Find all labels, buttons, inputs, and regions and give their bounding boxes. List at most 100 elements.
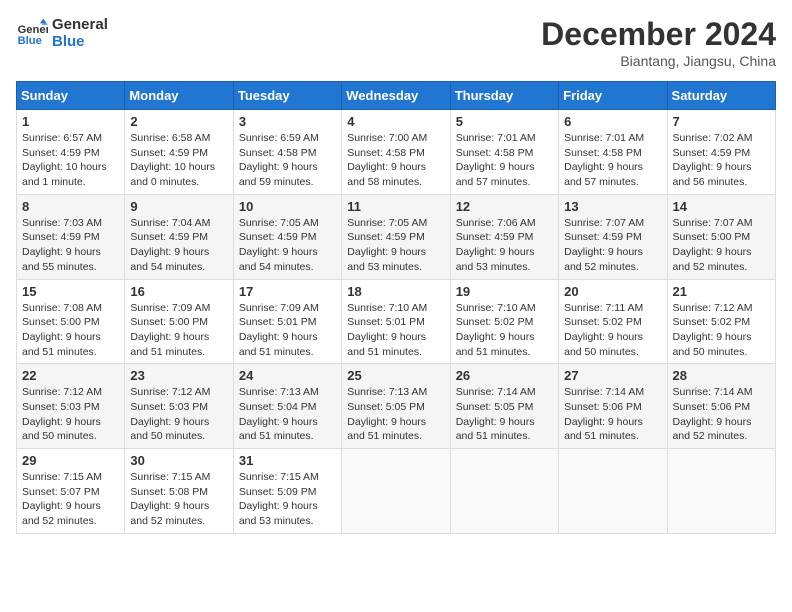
day-number: 28 bbox=[673, 368, 770, 383]
month-title: December 2024 bbox=[541, 16, 776, 53]
day-number: 8 bbox=[22, 199, 119, 214]
calendar-cell: 1 Sunrise: 6:57 AMSunset: 4:59 PMDaylight… bbox=[17, 110, 125, 195]
calendar-cell: 31Sunrise: 7:15 AMSunset: 5:09 PMDayligh… bbox=[233, 449, 341, 534]
day-number: 5 bbox=[456, 114, 553, 129]
day-info: Sunrise: 7:03 AMSunset: 4:59 PMDaylight:… bbox=[22, 216, 119, 275]
calendar-cell bbox=[342, 449, 450, 534]
calendar-cell: 16Sunrise: 7:09 AMSunset: 5:00 PMDayligh… bbox=[125, 279, 233, 364]
svg-text:General: General bbox=[18, 24, 48, 36]
day-number: 18 bbox=[347, 284, 444, 299]
calendar-cell bbox=[667, 449, 775, 534]
day-info: Sunrise: 7:15 AMSunset: 5:07 PMDaylight:… bbox=[22, 470, 119, 529]
day-number: 6 bbox=[564, 114, 661, 129]
day-number: 17 bbox=[239, 284, 336, 299]
day-info: Sunrise: 7:01 AMSunset: 4:58 PMDaylight:… bbox=[564, 131, 661, 190]
day-number: 19 bbox=[456, 284, 553, 299]
day-number: 7 bbox=[673, 114, 770, 129]
calendar-cell: 22 Sunrise: 7:12 AMSunset: 5:03 PMDayligh… bbox=[17, 364, 125, 449]
calendar-cell: 14 Sunrise: 7:07 AMSunset: 5:00 PMDayligh… bbox=[667, 194, 775, 279]
day-number: 30 bbox=[130, 453, 227, 468]
calendar-cell: 21Sunrise: 7:12 AMSunset: 5:02 PMDayligh… bbox=[667, 279, 775, 364]
calendar-cell: 23 Sunrise: 7:12 AMSunset: 5:03 PMDayligh… bbox=[125, 364, 233, 449]
calendar-cell: 11 Sunrise: 7:05 AMSunset: 4:59 PMDayligh… bbox=[342, 194, 450, 279]
header-saturday: Saturday bbox=[667, 82, 775, 110]
day-number: 4 bbox=[347, 114, 444, 129]
calendar-cell: 24 Sunrise: 7:13 AMSunset: 5:04 PMDayligh… bbox=[233, 364, 341, 449]
page-header: General Blue General Blue December 2024 … bbox=[16, 16, 776, 69]
calendar-cell: 20Sunrise: 7:11 AMSunset: 5:02 PMDayligh… bbox=[559, 279, 667, 364]
day-number: 10 bbox=[239, 199, 336, 214]
day-info: Sunrise: 6:57 AMSunset: 4:59 PMDaylight:… bbox=[22, 131, 119, 190]
logo: General Blue General Blue bbox=[16, 16, 108, 50]
day-number: 31 bbox=[239, 453, 336, 468]
day-info: Sunrise: 7:00 AMSunset: 4:58 PMDaylight:… bbox=[347, 131, 444, 190]
calendar-week-row: 29 Sunrise: 7:15 AMSunset: 5:07 PMDayligh… bbox=[17, 449, 776, 534]
day-number: 12 bbox=[456, 199, 553, 214]
day-info: Sunrise: 7:01 AMSunset: 4:58 PMDaylight:… bbox=[456, 131, 553, 190]
logo-icon: General Blue bbox=[16, 17, 48, 49]
day-info: Sunrise: 7:12 AMSunset: 5:03 PMDaylight:… bbox=[22, 385, 119, 444]
day-number: 15 bbox=[22, 284, 119, 299]
title-block: December 2024 Biantang, Jiangsu, China bbox=[541, 16, 776, 69]
day-info: Sunrise: 7:12 AMSunset: 5:03 PMDaylight:… bbox=[130, 385, 227, 444]
day-info: Sunrise: 7:09 AMSunset: 5:01 PMDaylight:… bbox=[239, 301, 336, 360]
day-info: Sunrise: 7:09 AMSunset: 5:00 PMDaylight:… bbox=[130, 301, 227, 360]
day-number: 9 bbox=[130, 199, 227, 214]
day-info: Sunrise: 6:58 AMSunset: 4:59 PMDaylight:… bbox=[130, 131, 227, 190]
day-info: Sunrise: 7:10 AMSunset: 5:02 PMDaylight:… bbox=[456, 301, 553, 360]
calendar-cell: 17 Sunrise: 7:09 AMSunset: 5:01 PMDayligh… bbox=[233, 279, 341, 364]
calendar-cell: 3Sunrise: 6:59 AMSunset: 4:58 PMDaylight… bbox=[233, 110, 341, 195]
day-info: Sunrise: 7:08 AMSunset: 5:00 PMDaylight:… bbox=[22, 301, 119, 360]
calendar-table: Sunday Monday Tuesday Wednesday Thursday… bbox=[16, 81, 776, 534]
day-info: Sunrise: 7:07 AMSunset: 4:59 PMDaylight:… bbox=[564, 216, 661, 275]
day-number: 22 bbox=[22, 368, 119, 383]
day-number: 23 bbox=[130, 368, 227, 383]
day-number: 13 bbox=[564, 199, 661, 214]
day-number: 11 bbox=[347, 199, 444, 214]
location-subtitle: Biantang, Jiangsu, China bbox=[541, 53, 776, 69]
day-info: Sunrise: 7:05 AMSunset: 4:59 PMDaylight:… bbox=[347, 216, 444, 275]
header-sunday: Sunday bbox=[17, 82, 125, 110]
calendar-cell: 8 Sunrise: 7:03 AMSunset: 4:59 PMDaylight… bbox=[17, 194, 125, 279]
calendar-cell: 29 Sunrise: 7:15 AMSunset: 5:07 PMDayligh… bbox=[17, 449, 125, 534]
calendar-cell: 12Sunrise: 7:06 AMSunset: 4:59 PMDayligh… bbox=[450, 194, 558, 279]
calendar-body: 1 Sunrise: 6:57 AMSunset: 4:59 PMDaylight… bbox=[17, 110, 776, 534]
day-headers-row: Sunday Monday Tuesday Wednesday Thursday… bbox=[17, 82, 776, 110]
calendar-cell: 10 Sunrise: 7:05 AMSunset: 4:59 PMDayligh… bbox=[233, 194, 341, 279]
calendar-cell: 2Sunrise: 6:58 AMSunset: 4:59 PMDaylight… bbox=[125, 110, 233, 195]
calendar-week-row: 8 Sunrise: 7:03 AMSunset: 4:59 PMDaylight… bbox=[17, 194, 776, 279]
logo-blue: Blue bbox=[52, 33, 108, 50]
header-wednesday: Wednesday bbox=[342, 82, 450, 110]
day-info: Sunrise: 7:07 AMSunset: 5:00 PMDaylight:… bbox=[673, 216, 770, 275]
day-info: Sunrise: 7:12 AMSunset: 5:02 PMDaylight:… bbox=[673, 301, 770, 360]
day-number: 25 bbox=[347, 368, 444, 383]
calendar-cell bbox=[450, 449, 558, 534]
calendar-cell: 27Sunrise: 7:14 AMSunset: 5:06 PMDayligh… bbox=[559, 364, 667, 449]
day-number: 29 bbox=[22, 453, 119, 468]
day-number: 1 bbox=[22, 114, 119, 129]
day-number: 14 bbox=[673, 199, 770, 214]
day-info: Sunrise: 7:13 AMSunset: 5:04 PMDaylight:… bbox=[239, 385, 336, 444]
day-info: Sunrise: 7:05 AMSunset: 4:59 PMDaylight:… bbox=[239, 216, 336, 275]
calendar-week-row: 15 Sunrise: 7:08 AMSunset: 5:00 PMDayligh… bbox=[17, 279, 776, 364]
calendar-cell: 28 Sunrise: 7:14 AMSunset: 5:06 PMDayligh… bbox=[667, 364, 775, 449]
calendar-cell: 4 Sunrise: 7:00 AMSunset: 4:58 PMDaylight… bbox=[342, 110, 450, 195]
day-info: Sunrise: 7:14 AMSunset: 5:05 PMDaylight:… bbox=[456, 385, 553, 444]
calendar-cell: 19 Sunrise: 7:10 AMSunset: 5:02 PMDayligh… bbox=[450, 279, 558, 364]
calendar-cell: 25Sunrise: 7:13 AMSunset: 5:05 PMDayligh… bbox=[342, 364, 450, 449]
logo-general: General bbox=[52, 16, 108, 33]
day-info: Sunrise: 7:10 AMSunset: 5:01 PMDaylight:… bbox=[347, 301, 444, 360]
calendar-week-row: 22 Sunrise: 7:12 AMSunset: 5:03 PMDayligh… bbox=[17, 364, 776, 449]
day-number: 24 bbox=[239, 368, 336, 383]
day-number: 20 bbox=[564, 284, 661, 299]
day-info: Sunrise: 7:14 AMSunset: 5:06 PMDaylight:… bbox=[673, 385, 770, 444]
calendar-cell: 5 Sunrise: 7:01 AMSunset: 4:58 PMDaylight… bbox=[450, 110, 558, 195]
calendar-cell: 15 Sunrise: 7:08 AMSunset: 5:00 PMDayligh… bbox=[17, 279, 125, 364]
day-info: Sunrise: 6:59 AMSunset: 4:58 PMDaylight:… bbox=[239, 131, 336, 190]
day-info: Sunrise: 7:14 AMSunset: 5:06 PMDaylight:… bbox=[564, 385, 661, 444]
calendar-cell: 13 Sunrise: 7:07 AMSunset: 4:59 PMDayligh… bbox=[559, 194, 667, 279]
calendar-cell: 9Sunrise: 7:04 AMSunset: 4:59 PMDaylight… bbox=[125, 194, 233, 279]
header-thursday: Thursday bbox=[450, 82, 558, 110]
header-monday: Monday bbox=[125, 82, 233, 110]
calendar-cell bbox=[559, 449, 667, 534]
